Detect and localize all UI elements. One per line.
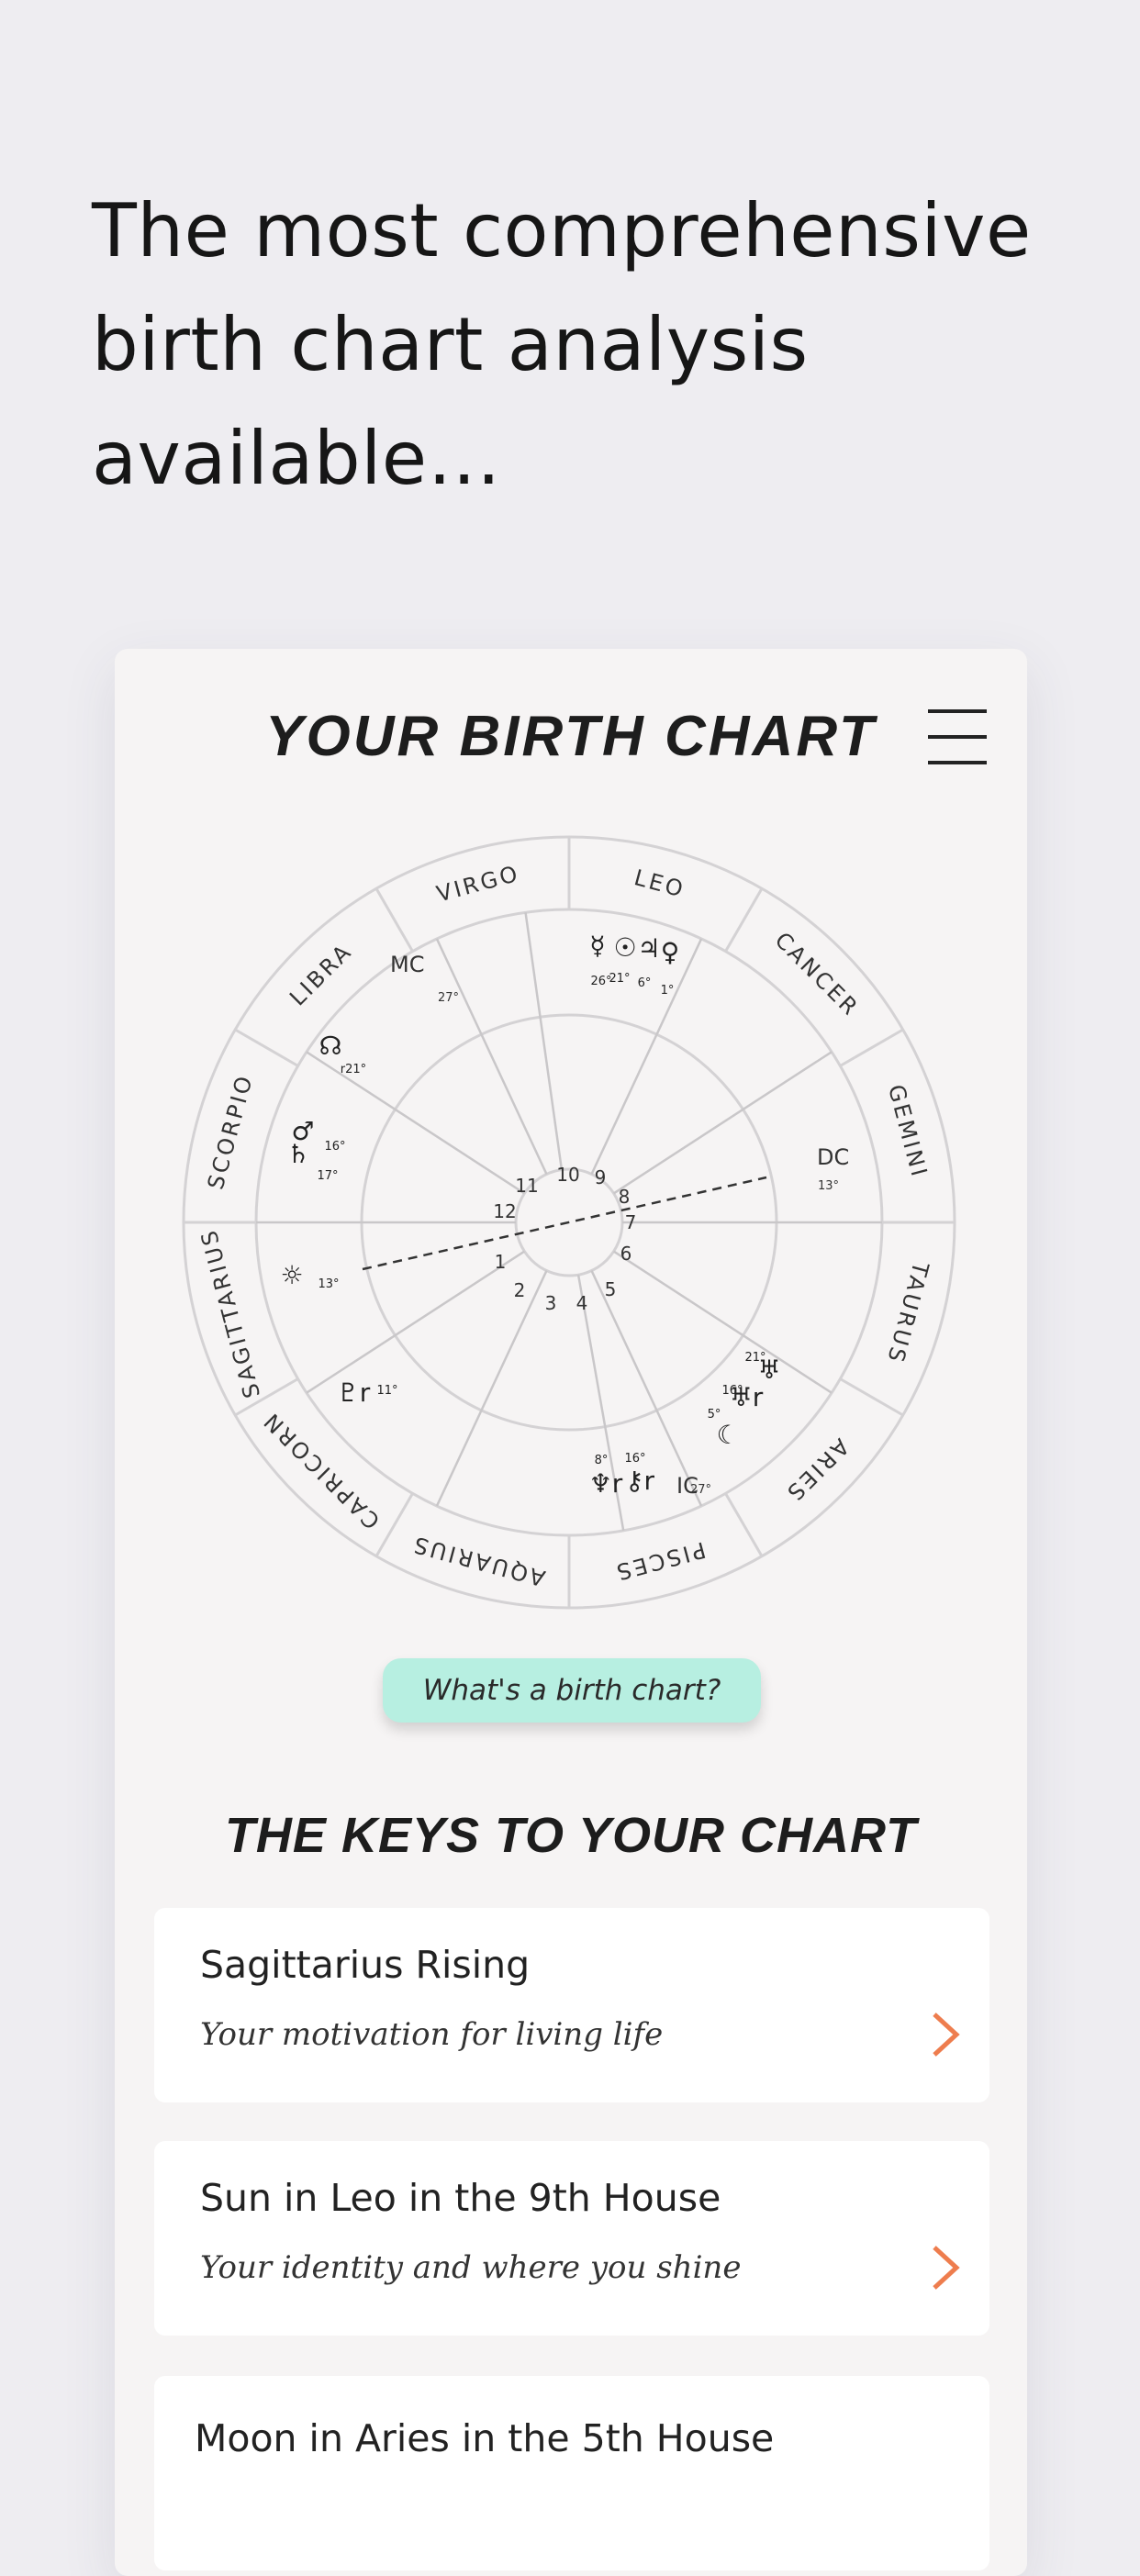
uranus-2-degree: 21°	[744, 1351, 766, 1365]
house-number: 2	[514, 1279, 526, 1301]
house-number: 3	[545, 1292, 557, 1314]
keys-title: THE KEYS TO YOUR CHART	[224, 1808, 918, 1863]
headline: The most comprehensive birth chart analy…	[92, 188, 1032, 501]
house-cusp	[435, 1270, 548, 1507]
sign-label: PISCES	[611, 1536, 709, 1585]
key-title: Moon in Aries in the 5th House	[195, 2416, 775, 2460]
card-title: YOUR BIRTH CHART	[265, 705, 877, 768]
birth-chart-wheel[interactable]: LEO CANCER GEMINI TAURUS ARIES PISCES AQUARIUS…	[179, 832, 959, 1612]
jupiter-glyph: ♃	[637, 933, 660, 964]
house-number: 1	[495, 1251, 507, 1273]
house-number: 10	[556, 1164, 579, 1186]
sign-divider	[724, 887, 764, 953]
house-cusp	[306, 1051, 526, 1195]
north-node-degree: r21°	[341, 1063, 366, 1076]
saturn-glyph: ♄	[286, 1139, 309, 1169]
mars-degree: 16°	[324, 1140, 345, 1154]
chevron-right-icon	[933, 2013, 960, 2057]
sign-label: CANCER	[770, 927, 865, 1021]
sign-divider	[839, 1377, 904, 1417]
sun-glyph: ☉	[613, 932, 636, 963]
angle-degree: 27°	[690, 1483, 711, 1497]
angle-label: DC	[817, 1144, 849, 1170]
ascendant-sun-degree: 13°	[318, 1277, 339, 1291]
moon-glyph: ☾	[716, 1420, 739, 1450]
key-item-sagittarius-rising[interactable]: Sagittarius Rising Your motivation for l…	[154, 1908, 989, 2102]
sun-degree: 21°	[609, 972, 630, 986]
sign-label: SCORPIO	[203, 1071, 258, 1192]
sign-label: VIRGO	[434, 861, 523, 908]
angle-label: MC	[390, 952, 424, 977]
hamburger-menu-icon[interactable]	[924, 700, 989, 774]
house-number: 7	[625, 1211, 637, 1233]
chiron-glyph: ⚷r	[625, 1466, 655, 1496]
key-subtitle: Your identity and where you shine	[200, 2249, 742, 2286]
sign-divider	[839, 1028, 904, 1067]
key-title: Sagittarius Rising	[200, 1943, 531, 1987]
house-number: 8	[619, 1186, 631, 1208]
key-subtitle: Your motivation for living life	[200, 2016, 664, 2053]
key-item-moon-in-aries[interactable]: Moon in Aries in the 5th House	[154, 2376, 989, 2570]
house-number: 5	[605, 1278, 617, 1300]
house-cusp	[435, 938, 548, 1175]
jupiter-degree: 6°	[638, 976, 652, 990]
pluto-degree: 11°	[376, 1384, 397, 1398]
venus-glyph: ♀	[661, 937, 680, 967]
mercury-glyph: ☿	[589, 931, 605, 961]
angle-degree: 27°	[438, 991, 459, 1005]
sign-divider	[374, 1492, 414, 1557]
house-number: 11	[515, 1175, 538, 1197]
angle-degree: 13°	[818, 1179, 839, 1193]
sign-label: CAPRICORN	[257, 1407, 385, 1534]
neptune-degree: 8°	[595, 1454, 609, 1467]
house-number: 6	[620, 1243, 632, 1265]
house-number: 9	[595, 1166, 607, 1188]
house-number: 4	[576, 1292, 588, 1314]
sign-divider	[234, 1028, 299, 1067]
house-cusp	[306, 1250, 526, 1394]
sign-label: LEO	[631, 864, 688, 903]
sign-divider	[724, 1492, 764, 1557]
sign-label: SAGITTARIUS	[196, 1225, 265, 1400]
key-item-sun-in-leo[interactable]: Sun in Leo in the 9th House Your identit…	[154, 2141, 989, 2336]
house-cusp	[612, 1051, 833, 1195]
chevron-right-icon	[933, 2246, 960, 2290]
sign-label: GEMINI	[883, 1082, 933, 1181]
north-node-glyph: ☊	[319, 1031, 342, 1061]
key-title: Sun in Leo in the 9th House	[200, 2176, 721, 2220]
birth-chart-card: YOUR BIRTH CHART LEO CANCER GEMINI TAURUS AR…	[115, 649, 1027, 2576]
venus-degree: 1°	[661, 984, 675, 998]
house-cusp	[612, 1250, 833, 1394]
pluto-glyph: ♇r	[337, 1377, 371, 1408]
sign-divider	[374, 887, 414, 953]
ascendant-sun-glyph: ☼	[280, 1260, 303, 1290]
house-cusp	[524, 912, 564, 1170]
sign-label: TAURUS	[882, 1258, 934, 1367]
moon-degree: 5°	[708, 1408, 721, 1422]
house-number: 12	[493, 1200, 516, 1222]
saturn-degree: 17°	[317, 1169, 338, 1183]
neptune-glyph: ♆r	[589, 1468, 623, 1499]
whats-a-birth-chart-button[interactable]: What's a birth chart?	[383, 1658, 761, 1723]
uranus-degree: 16°	[721, 1384, 743, 1398]
chiron-degree: 16°	[624, 1452, 645, 1466]
